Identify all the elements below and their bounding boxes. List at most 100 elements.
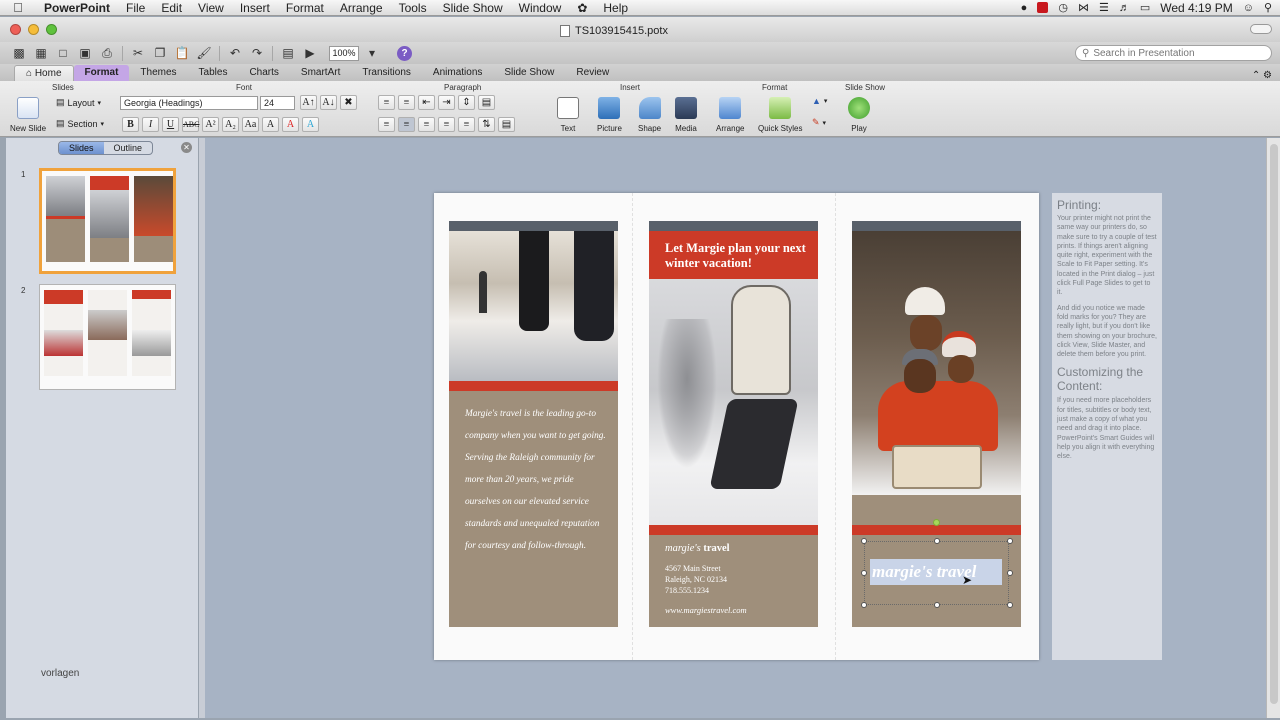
menu-format[interactable]: Format xyxy=(278,1,332,15)
app-status-icon[interactable]: ● xyxy=(1021,2,1028,14)
battery-icon[interactable]: ▭ xyxy=(1140,1,1150,14)
print-icon[interactable]: ⎙ xyxy=(98,45,116,62)
tab-smartart[interactable]: SmartArt xyxy=(290,65,351,81)
insert-text-button[interactable]: Text xyxy=(557,97,579,133)
brochure-panel-middle[interactable]: Let Margie plan your next winter vacatio… xyxy=(649,221,818,627)
close-window-button[interactable] xyxy=(10,24,21,35)
highlight-icon[interactable]: A xyxy=(302,117,319,132)
search-box[interactable]: ⚲ xyxy=(1075,45,1272,61)
tab-slide-show[interactable]: Slide Show xyxy=(493,65,565,81)
slide-thumbnail-1[interactable] xyxy=(39,168,176,274)
brochure-panel-right[interactable]: margie's travel ➤ xyxy=(852,221,1021,627)
resize-handle[interactable] xyxy=(934,538,940,544)
copy-icon[interactable]: ❐ xyxy=(151,45,169,62)
bluetooth-icon[interactable]: ⋈ xyxy=(1078,1,1089,14)
zoom-field[interactable]: 100% xyxy=(329,45,359,61)
search-input[interactable] xyxy=(1093,47,1254,59)
resize-handle[interactable] xyxy=(861,570,867,576)
slideshow-icon[interactable]: ▶ xyxy=(301,45,319,62)
menu-edit[interactable]: Edit xyxy=(153,1,190,15)
script-menu-icon[interactable]: ✿ xyxy=(569,1,595,15)
new-icon[interactable]: ▩ xyxy=(10,45,28,62)
spotlight-icon[interactable]: ⚲ xyxy=(1264,1,1272,14)
insert-picture-button[interactable]: Picture xyxy=(597,97,622,133)
vertical-scrollbar[interactable] xyxy=(1266,138,1280,718)
decrease-indent-icon[interactable]: ⇤ xyxy=(418,95,435,110)
close-pane-icon[interactable]: ✕ xyxy=(181,142,192,153)
clear-formatting-icon[interactable]: ✖ xyxy=(340,95,357,110)
font-color-icon[interactable]: A xyxy=(282,117,299,132)
zoom-window-button[interactable] xyxy=(46,24,57,35)
tab-outline[interactable]: Outline xyxy=(104,142,153,154)
redo-icon[interactable]: ↷ xyxy=(248,45,266,62)
menu-view[interactable]: View xyxy=(190,1,232,15)
italic-icon[interactable]: I xyxy=(142,117,159,132)
minimize-window-button[interactable] xyxy=(28,24,39,35)
brochure-panel-left[interactable]: Margie's travel is the leading go-to com… xyxy=(449,221,618,627)
slide-sorter-icon[interactable]: ▤ xyxy=(279,45,297,62)
menu-file[interactable]: File xyxy=(118,1,153,15)
menu-clock[interactable]: Wed 4:19 PM xyxy=(1160,1,1232,15)
justify-icon[interactable]: ≡ xyxy=(438,117,455,132)
undo-icon[interactable]: ↶ xyxy=(226,45,244,62)
slide-thumbnail-2[interactable] xyxy=(39,284,176,390)
wifi-icon[interactable]: ☰ xyxy=(1099,1,1109,14)
menu-app[interactable]: PowerPoint xyxy=(36,1,118,15)
shrink-font-icon[interactable]: A↓ xyxy=(320,95,337,110)
tab-transitions[interactable]: Transitions xyxy=(351,65,422,81)
gallery-icon[interactable]: ▦ xyxy=(32,45,50,62)
apple-menu-icon[interactable]:  xyxy=(0,0,36,15)
columns-icon[interactable]: ▤ xyxy=(478,95,495,110)
snow-runner-photo[interactable] xyxy=(649,279,818,525)
grow-font-icon[interactable]: A↑ xyxy=(300,95,317,110)
align-center-icon[interactable]: ≡ xyxy=(398,117,415,132)
tab-home[interactable]: ⌂ Home xyxy=(14,65,74,81)
website-text[interactable]: www.margiestravel.com xyxy=(665,605,747,615)
cut-icon[interactable]: ✂ xyxy=(129,45,147,62)
save-icon[interactable]: ▣ xyxy=(76,45,94,62)
superscript-icon[interactable]: A² xyxy=(202,117,219,132)
resize-handle[interactable] xyxy=(1007,538,1013,544)
toolbar-toggle-button[interactable] xyxy=(1250,24,1272,34)
ribbon-collapse-icon[interactable]: ⌃ ⚙ xyxy=(1252,70,1280,81)
font-name-field[interactable]: Georgia (Headings) xyxy=(120,96,258,110)
bullets-icon[interactable]: ≡ xyxy=(378,95,395,110)
resize-handle[interactable] xyxy=(1007,570,1013,576)
menu-window[interactable]: Window xyxy=(511,1,570,15)
menu-tools[interactable]: Tools xyxy=(391,1,435,15)
tagline-text-selected[interactable]: margie's travel xyxy=(870,559,1002,585)
slide[interactable]: Margie's travel is the leading go-to com… xyxy=(434,193,1039,660)
insert-media-button[interactable]: Media xyxy=(675,97,697,133)
paste-icon[interactable]: 📋 xyxy=(173,45,191,62)
rotate-handle[interactable] xyxy=(933,519,940,526)
headline-text[interactable]: Let Margie plan your next winter vacatio… xyxy=(649,231,818,279)
bold-icon[interactable]: B xyxy=(122,117,139,132)
scrollbar-thumb[interactable] xyxy=(1270,144,1278,704)
family-sled-photo[interactable] xyxy=(852,231,1021,495)
intro-text[interactable]: Margie's travel is the leading go-to com… xyxy=(465,403,607,557)
zoom-dropdown-icon[interactable]: ▾ xyxy=(363,45,381,62)
volume-icon[interactable]: ♬ xyxy=(1119,2,1130,14)
numbering-icon[interactable]: ≡ xyxy=(398,95,415,110)
tab-tables[interactable]: Tables xyxy=(188,65,239,81)
menu-help[interactable]: Help xyxy=(595,1,636,15)
play-button[interactable]: Play xyxy=(848,97,870,133)
tab-charts[interactable]: Charts xyxy=(238,65,289,81)
resize-handle[interactable] xyxy=(861,538,867,544)
resize-handle[interactable] xyxy=(934,602,940,608)
distribute-icon[interactable]: ≡ xyxy=(458,117,475,132)
font-size-field[interactable]: 24 xyxy=(260,96,295,110)
tab-slides[interactable]: Slides xyxy=(59,142,104,154)
change-case-icon[interactable]: Aa xyxy=(242,117,259,132)
quick-styles-button[interactable]: Quick Styles xyxy=(758,97,802,133)
user-icon[interactable]: ☺ xyxy=(1243,2,1254,14)
resize-handle[interactable] xyxy=(861,602,867,608)
skating-photo[interactable] xyxy=(449,231,618,381)
text-direction-icon[interactable]: ⇅ xyxy=(478,117,495,132)
resize-handle[interactable] xyxy=(1007,602,1013,608)
section-button[interactable]: ▤ Section ▾ xyxy=(56,118,104,129)
layout-button[interactable]: ▤ Layout ▾ xyxy=(56,97,101,108)
fill-color-button[interactable]: ▲ ▾ xyxy=(812,96,827,106)
help-icon[interactable]: ? xyxy=(397,45,412,61)
tab-animations[interactable]: Animations xyxy=(422,65,493,81)
